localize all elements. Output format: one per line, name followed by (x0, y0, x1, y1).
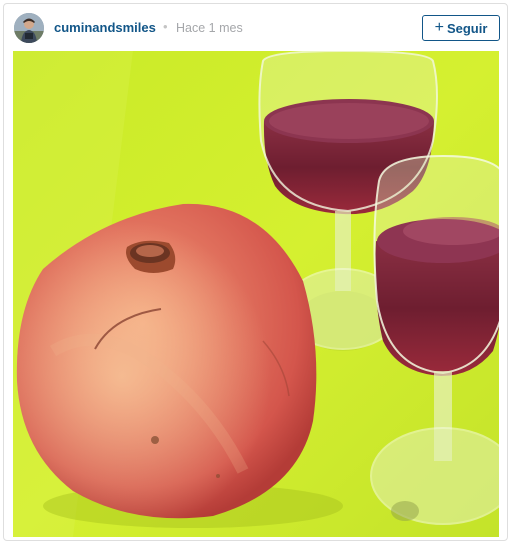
plus-icon: + (434, 18, 444, 36)
post-photo[interactable] (13, 51, 499, 537)
post-header: cuminandsmiles • Hace 1 mes + Seguir (4, 4, 507, 52)
separator-dot: • (163, 19, 168, 34)
juice-glass-front (370, 154, 499, 525)
follow-button-label: Seguir (446, 20, 488, 36)
avatar-image (14, 13, 44, 43)
username-link[interactable]: cuminandsmiles (54, 20, 156, 35)
post-timestamp[interactable]: Hace 1 mes (176, 21, 243, 35)
post-card: cuminandsmiles • Hace 1 mes + Seguir (3, 3, 508, 541)
avatar[interactable] (14, 13, 44, 43)
follow-button[interactable]: + Seguir (422, 15, 500, 41)
